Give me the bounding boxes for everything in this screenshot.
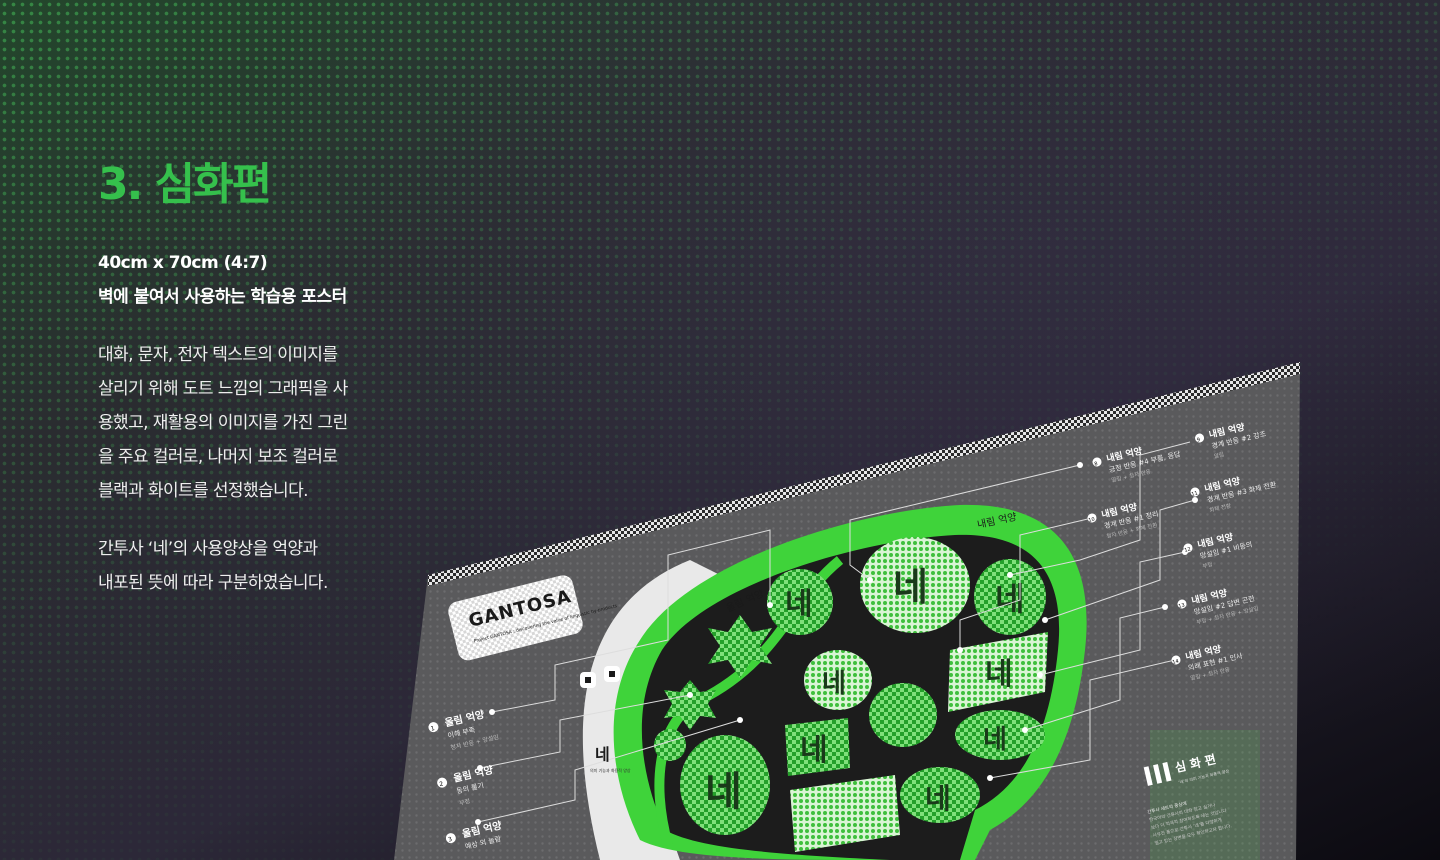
glyph-ne-2: 네: [893, 565, 928, 609]
glyph-ne-5: 네: [985, 657, 1013, 692]
shape-blob-2: [869, 683, 937, 747]
glyph-ne-6: 네: [705, 769, 742, 815]
center-char: 네: [595, 745, 610, 764]
glyph-ne-8: 네: [925, 782, 951, 815]
glyph-ne-7: 네: [800, 733, 828, 768]
glyph-ne-4: 네: [822, 669, 846, 699]
poster-mockup: 네 네 네 네 네 네 네 네 네 올림 억양 내림 억양 GANTOSA Pr…: [394, 362, 1300, 860]
glyph-ne-1: 네: [785, 587, 813, 622]
center-subtitle: 의미 기능과 화용적 양상: [590, 767, 631, 773]
glyph-ne-9: 네: [983, 725, 1007, 755]
